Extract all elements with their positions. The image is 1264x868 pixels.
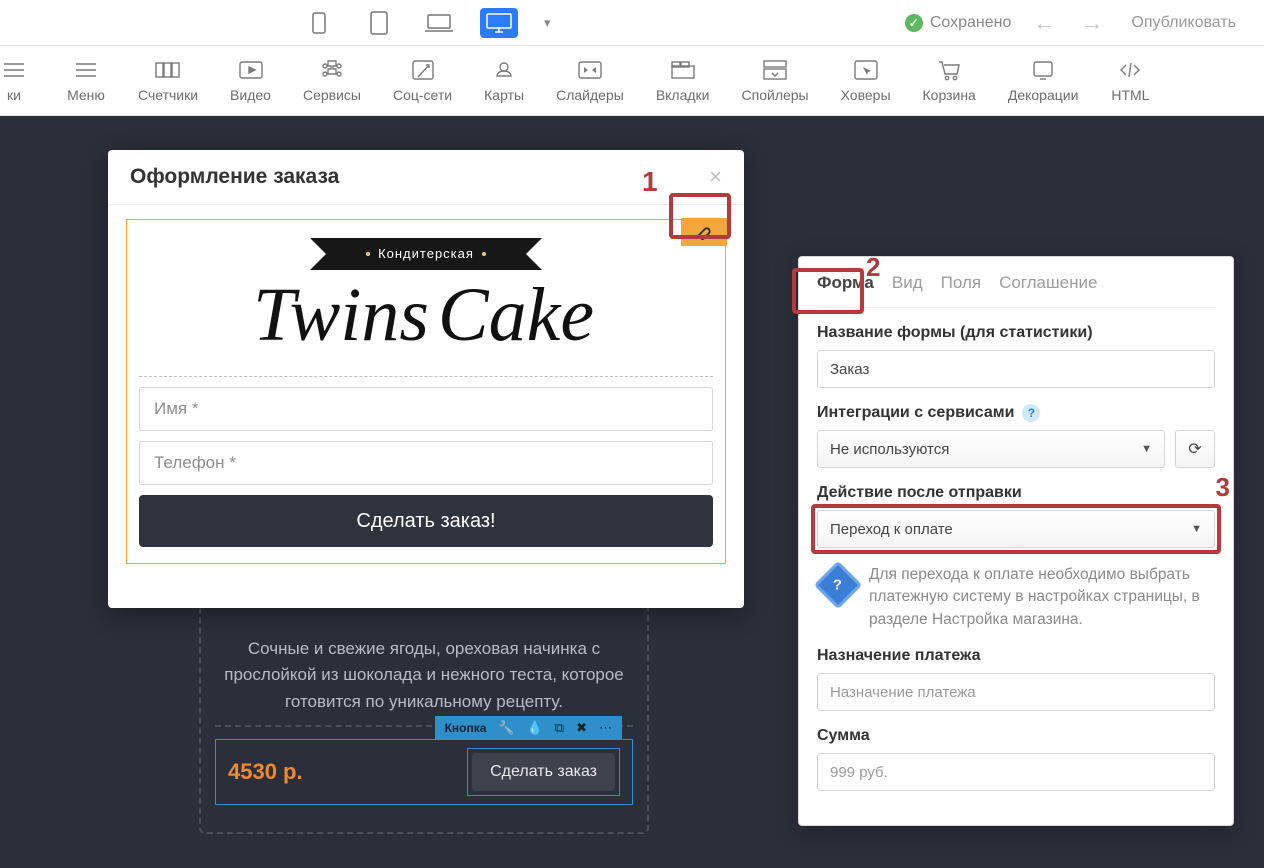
delete-icon[interactable]: ✖ <box>576 720 587 736</box>
integrations-select[interactable]: Не используются ▼ <box>817 430 1165 468</box>
widgets-toolbar: ки Меню Счетчики Видео Сервисы Соц-сети … <box>0 46 1264 116</box>
form-name-input[interactable] <box>817 350 1215 388</box>
style-icon[interactable]: 💧 <box>527 720 543 736</box>
integrations-value: Не используются <box>830 441 949 458</box>
status-area: ✓ Сохранено ← → Опубликовать <box>905 10 1264 36</box>
selected-element-outline: Сделать заказ <box>467 748 620 796</box>
tool-menu[interactable]: Меню <box>66 58 106 103</box>
tool-video[interactable]: Видео <box>230 58 271 103</box>
payment-purpose-input[interactable] <box>817 673 1215 711</box>
refresh-integrations-button[interactable]: ⟳ <box>1175 430 1215 468</box>
form-settings-button[interactable] <box>681 218 727 246</box>
order-popup: Оформление заказа × Кондитерская Twins C… <box>108 150 744 608</box>
info-text: Для перехода к оплате необходимо выбрать… <box>869 564 1215 631</box>
info-note: ? Для перехода к оплате необходимо выбра… <box>817 564 1215 631</box>
tool-sliders[interactable]: Слайдеры <box>556 58 624 103</box>
amount-input[interactable] <box>817 753 1215 791</box>
device-desktop[interactable] <box>480 8 518 38</box>
check-icon: ✓ <box>905 14 923 32</box>
tool-label: Слайдеры <box>556 87 624 103</box>
publish-button[interactable]: Опубликовать <box>1125 10 1242 36</box>
post-action-label: Действие после отправки <box>817 484 1215 502</box>
tool-counters[interactable]: Счетчики <box>138 58 198 103</box>
form-name-label: Название формы (для статистики) <box>817 324 1215 342</box>
tool-label: Соц-сети <box>393 87 452 103</box>
tool-label: Меню <box>67 87 105 103</box>
tool-hovers[interactable]: Ховеры <box>841 58 891 103</box>
brand-logo: Twins Cake <box>139 272 713 368</box>
ribbon-banner: Кондитерская <box>332 238 520 270</box>
caret-down-icon: ▼ <box>1191 523 1202 535</box>
tool-label: Корзина <box>923 87 976 103</box>
tab-fields[interactable]: Поля <box>941 273 981 297</box>
name-field[interactable] <box>139 387 713 431</box>
tool-cart[interactable]: Корзина <box>923 58 976 103</box>
tool-label: Сервисы <box>303 87 361 103</box>
tool-spoilers[interactable]: Спойлеры <box>742 58 809 103</box>
annotation-number-2: 2 <box>866 252 880 283</box>
tool-social[interactable]: Соц-сети <box>393 58 452 103</box>
undo-button[interactable]: ← <box>1029 10 1059 36</box>
redo-button[interactable]: → <box>1077 10 1107 36</box>
close-icon[interactable]: × <box>709 164 722 190</box>
integrations-label: Интеграции с сервисами ? <box>817 404 1215 422</box>
device-switcher: ▾ <box>300 8 551 38</box>
form-settings-panel: Форма Вид Поля Соглашение Название формы… <box>798 256 1234 826</box>
tab-agreement[interactable]: Соглашение <box>999 273 1097 297</box>
topbar: ▾ ✓ Сохранено ← → Опубликовать <box>0 0 1264 46</box>
annotation-number-3: 3 <box>1216 472 1230 503</box>
device-more-dropdown[interactable]: ▾ <box>544 15 551 31</box>
saved-label: Сохранено <box>930 14 1012 32</box>
product-price: 4530 р. <box>228 759 303 785</box>
device-laptop[interactable] <box>420 8 458 38</box>
caret-down-icon: ▼ <box>1141 443 1152 455</box>
payment-purpose-label: Назначение платежа <box>817 647 1215 665</box>
tool-label: Спойлеры <box>742 87 809 103</box>
product-description: Сочные и свежие ягоды, ореховая начинка … <box>215 636 633 715</box>
device-tablet[interactable] <box>360 8 398 38</box>
tool-label: Ховеры <box>841 87 891 103</box>
post-action-value: Переход к оплате <box>830 521 953 538</box>
divider <box>139 376 713 377</box>
submit-order-button[interactable]: Сделать заказ! <box>139 495 713 547</box>
tool-services[interactable]: Сервисы <box>303 58 361 103</box>
tool-decorations[interactable]: Декорации <box>1008 58 1079 103</box>
tool-label: Вкладки <box>656 87 710 103</box>
order-button[interactable]: Сделать заказ <box>472 753 615 791</box>
form-container-selected[interactable]: Кондитерская Twins Cake Сделать заказ! <box>126 219 726 564</box>
tool-html[interactable]: HTML <box>1110 58 1150 103</box>
device-phone[interactable] <box>300 8 338 38</box>
element-toolbar: Кнопка 🔧 💧 ⧉ ✖ ⋯ <box>435 716 622 740</box>
integrations-label-text: Интеграции с сервисами <box>817 404 1014 422</box>
amount-label: Сумма <box>817 727 1215 745</box>
product-card: Сочные и свежие ягоды, ореховая начинка … <box>199 604 649 834</box>
editor-canvas: Сочные и свежие ягоды, ореховая начинка … <box>0 116 1264 868</box>
tool-label: ки <box>7 87 21 103</box>
tool-maps[interactable]: Карты <box>484 58 524 103</box>
tool-list-partial[interactable]: ки <box>0 58 34 103</box>
more-icon[interactable]: ⋯ <box>599 720 612 736</box>
ribbon-wrap: Кондитерская <box>139 238 713 270</box>
help-icon[interactable]: ? <box>1022 404 1040 422</box>
annotation-number-1: 1 <box>642 166 658 198</box>
tool-label: Декорации <box>1008 87 1079 103</box>
saved-status: ✓ Сохранено <box>905 14 1012 32</box>
svg-text:Twins: Twins <box>253 273 429 357</box>
ribbon-text: Кондитерская <box>378 246 474 261</box>
tool-label: Карты <box>484 87 524 103</box>
phone-field[interactable] <box>139 441 713 485</box>
tool-label: Видео <box>230 87 271 103</box>
post-action-select[interactable]: Переход к оплате ▼ <box>817 510 1215 548</box>
copy-icon[interactable]: ⧉ <box>555 720 564 736</box>
tab-view[interactable]: Вид <box>892 273 923 297</box>
product-bottom-row: Кнопка 🔧 💧 ⧉ ✖ ⋯ 4530 р. Сделать заказ <box>215 739 633 805</box>
popup-title: Оформление заказа <box>130 165 339 189</box>
tool-label: HTML <box>1111 87 1149 103</box>
element-type-label: Кнопка <box>445 721 487 735</box>
tool-tabs[interactable]: Вкладки <box>656 58 710 103</box>
tool-label: Счетчики <box>138 87 198 103</box>
info-icon: ? <box>814 561 862 609</box>
svg-text:Cake: Cake <box>438 273 594 357</box>
settings-icon[interactable]: 🔧 <box>498 720 514 736</box>
